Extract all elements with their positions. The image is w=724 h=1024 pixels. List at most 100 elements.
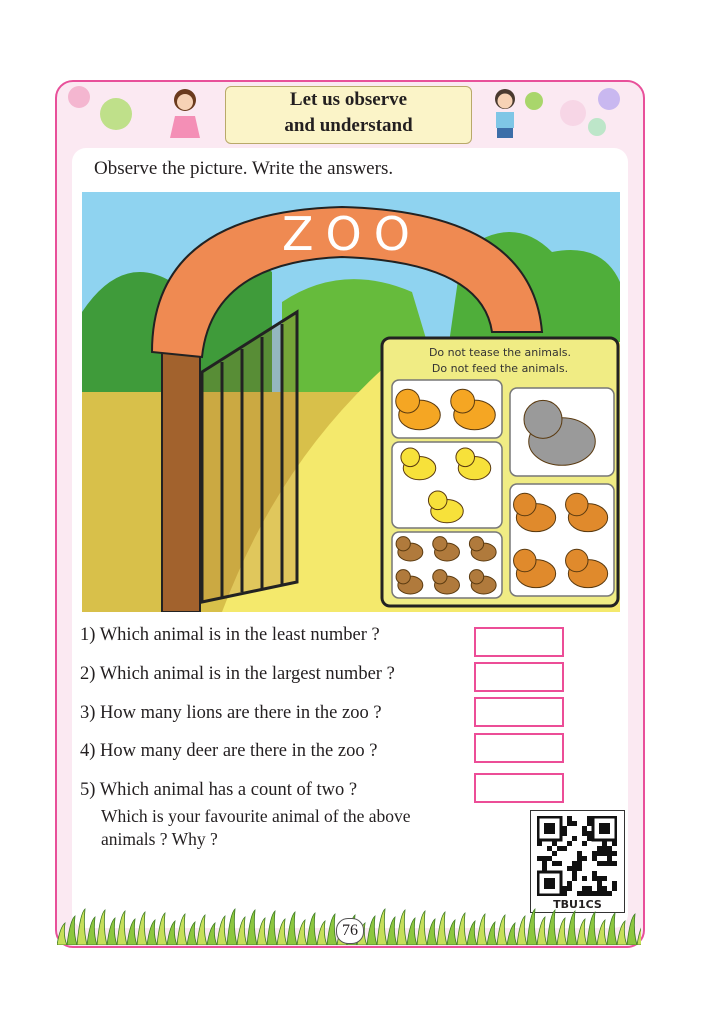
answer-box-1[interactable] <box>474 627 564 657</box>
grass-blade <box>76 908 88 945</box>
deer-head <box>565 492 589 517</box>
grass-blade <box>316 920 328 945</box>
grass-blade <box>456 912 468 945</box>
monkey-head <box>395 569 411 585</box>
tiger-head <box>400 447 421 468</box>
arch-text: ZOO <box>282 207 422 261</box>
grass-blade <box>306 912 318 945</box>
grass-blade <box>266 910 278 945</box>
question-3: 3) How many lions are there in the zoo ? <box>80 703 382 723</box>
grass-blade <box>286 911 298 945</box>
tiger-head <box>455 447 476 468</box>
grass-blade <box>116 910 128 945</box>
lion-head <box>450 388 475 414</box>
grass-blade <box>186 921 198 945</box>
answer-box-4[interactable] <box>474 733 564 763</box>
grass-blade <box>486 921 498 945</box>
decor-circle <box>588 118 606 136</box>
qr-code[interactable]: TBU1CS <box>530 810 625 913</box>
grass-blade <box>226 908 238 945</box>
grass-blade <box>476 913 488 945</box>
monkey-head <box>468 569 485 585</box>
grass-blade <box>86 916 98 945</box>
question-4: 4) How many deer are there in the zoo ? <box>80 741 378 761</box>
monkey-head <box>432 569 448 585</box>
grass-blade <box>516 915 528 945</box>
monkey-head <box>468 536 485 552</box>
grass-blade <box>166 920 178 945</box>
qr-pattern-icon <box>537 816 617 896</box>
grass-blade <box>66 915 78 945</box>
grass-blade <box>416 910 428 945</box>
grass-blade <box>386 916 398 945</box>
grass-blade <box>206 922 218 945</box>
boy-illustration-icon <box>495 89 515 138</box>
grass-blade <box>466 920 478 945</box>
grass-blade <box>576 918 588 945</box>
extra-question-line-2: animals ? Why ? <box>101 829 218 849</box>
deer-head <box>565 548 589 573</box>
grass-blade <box>146 919 158 945</box>
grass-blade <box>446 919 458 945</box>
answer-box-3[interactable] <box>474 697 564 727</box>
deer-head <box>513 548 537 573</box>
grass-blade <box>406 917 418 945</box>
girl-illustration-icon <box>170 89 200 138</box>
deer-head <box>513 492 537 517</box>
grass-blade <box>176 913 188 945</box>
grass-blade <box>436 911 448 945</box>
grass-blade <box>96 909 108 945</box>
answer-box-2[interactable] <box>474 662 564 692</box>
grass-blade <box>396 909 408 945</box>
title-line-1: Let us observe <box>289 89 408 110</box>
extra-question-line-1: Which is your favourite animal of the ab… <box>101 806 411 826</box>
grass-blade <box>586 911 598 945</box>
question-2: 2) Which animal is in the largest number… <box>80 664 395 684</box>
answer-box-5[interactable] <box>474 773 564 803</box>
grass-blade <box>136 911 148 945</box>
lion-head <box>395 388 420 414</box>
monkey-head <box>395 536 411 552</box>
decor-circle <box>100 98 132 130</box>
zoo-scene-illustration: ZOO Do not tease the animals. Do not fee… <box>82 192 620 612</box>
animal-panel-lion <box>391 379 503 439</box>
grass-blade <box>256 917 268 945</box>
grass-blade <box>626 913 638 945</box>
grass-blade <box>376 908 388 945</box>
grass-blade <box>616 920 628 945</box>
gate-post-left <box>161 341 201 612</box>
section-title: Let us observe and understand <box>225 86 472 144</box>
grass-blade <box>366 915 378 945</box>
page-number: 76 <box>336 918 364 944</box>
decor-circle <box>525 92 543 110</box>
grass-blade <box>156 912 168 945</box>
grass-blade <box>296 919 308 945</box>
grass-blade <box>526 908 538 945</box>
grass-blade <box>536 916 548 945</box>
animal-panel-tiger <box>391 441 503 529</box>
instruction-text: Observe the picture. Write the answers. <box>94 158 394 179</box>
grass-blade <box>196 914 208 945</box>
decor-circle <box>598 88 620 110</box>
decor-circle <box>68 86 90 108</box>
tiger-head <box>427 490 448 511</box>
sign-line-1: Do not tease the animals. <box>429 346 571 359</box>
grass-blade <box>636 927 641 945</box>
grass-blade <box>606 912 618 945</box>
grass-blade <box>246 909 258 945</box>
grass-blade <box>496 914 508 945</box>
monkey-head <box>432 536 448 552</box>
grass-blade <box>596 919 608 945</box>
grass-blade <box>426 918 438 945</box>
animal-panel-deer <box>509 483 615 597</box>
grass-blade <box>57 922 68 945</box>
decor-circle <box>560 100 586 126</box>
grass-blade <box>216 915 228 945</box>
grass-blade <box>566 910 578 945</box>
animal-panel-monkey <box>391 531 503 599</box>
sign-line-2: Do not feed the animals. <box>432 362 568 375</box>
elephant-head <box>523 399 563 439</box>
grass-blade <box>236 916 248 945</box>
grass-blade <box>106 917 118 945</box>
question-1: 1) Which animal is in the least number ? <box>80 625 380 645</box>
